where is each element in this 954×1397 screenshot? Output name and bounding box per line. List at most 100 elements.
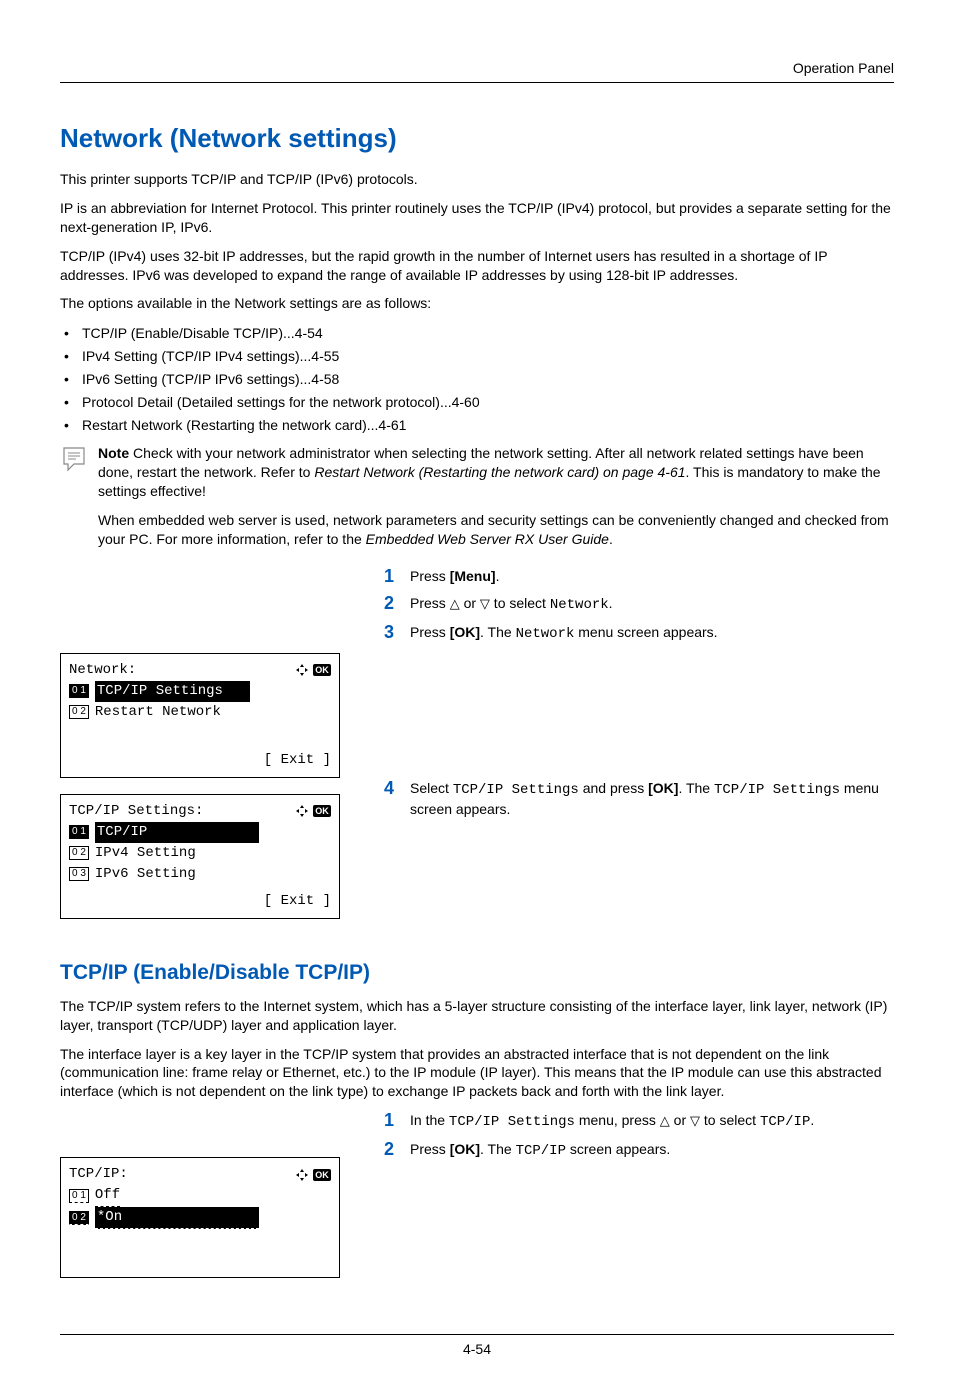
svg-text:OK: OK xyxy=(315,806,329,816)
menu-name-mono: TCP/IP Settings xyxy=(453,782,579,798)
nav-ok-icon: OK xyxy=(295,663,331,677)
step-text: . xyxy=(609,595,613,611)
note-p2-italic: Embedded Web Server RX User Guide xyxy=(366,531,609,547)
step: 4 Select TCP/IP Settings and press [OK].… xyxy=(384,779,894,819)
step-text: . xyxy=(496,568,500,584)
options-lead: The options available in the Network set… xyxy=(60,294,894,313)
steps-list-a: 1 Press [Menu]. 2 Press △ or ▽ to select… xyxy=(384,567,894,644)
step-number: 1 xyxy=(384,567,400,586)
nav-ok-icon: OK xyxy=(295,1168,331,1182)
tcpip-desc-2: The interface layer is a key layer in th… xyxy=(60,1045,894,1102)
step-text: to select xyxy=(700,1112,760,1128)
up-triangle-icon: △ xyxy=(660,1113,670,1128)
lcd-item-number: 0 1 xyxy=(69,825,89,839)
steps-list-a4: 4 Select TCP/IP Settings and press [OK].… xyxy=(384,779,894,819)
lcd-item-number: 0 2 xyxy=(69,846,89,860)
lcd-item: Off xyxy=(95,1185,120,1207)
menu-name-mono: TCP/IP xyxy=(516,1143,566,1159)
step-text: . The xyxy=(480,1141,516,1157)
option-item: Restart Network (Restarting the network … xyxy=(64,415,894,436)
step: 2 Press [OK]. The TCP/IP screen appears. xyxy=(384,1140,894,1161)
lcd-screen-tcpip: TCP/IP: OK 0 1 Off 0 2 *On xyxy=(60,1157,340,1278)
up-triangle-icon: △ xyxy=(450,596,460,611)
lcd-item: IPv6 Setting xyxy=(95,864,196,885)
page-number: 4-54 xyxy=(60,1334,894,1357)
step: 3 Press [OK]. The Network menu screen ap… xyxy=(384,623,894,644)
menu-name-mono: Network xyxy=(516,626,575,642)
note-label: Note xyxy=(98,445,129,461)
down-triangle-icon: ▽ xyxy=(690,1113,700,1128)
step: 1 In the TCP/IP Settings menu, press △ o… xyxy=(384,1111,894,1132)
step-text: Select xyxy=(410,780,453,796)
step-number: 2 xyxy=(384,594,400,615)
step-text: . xyxy=(810,1112,814,1128)
option-item: IPv4 Setting (TCP/IP IPv4 settings)...4-… xyxy=(64,346,894,367)
note-block: Note Check with your network administrat… xyxy=(60,444,894,558)
lcd-item-number: 0 2 xyxy=(69,1211,89,1225)
lcd-title: TCP/IP: xyxy=(69,1164,128,1185)
lcd-screen-tcpip-settings: TCP/IP Settings: OK 0 1 TCP/IP 0 2 IPv4 Se… xyxy=(60,794,340,919)
header-rule xyxy=(60,82,894,83)
svg-text:OK: OK xyxy=(315,665,329,675)
ok-key: [OK] xyxy=(648,780,678,796)
step-text: or xyxy=(670,1112,690,1128)
note-p2b: . xyxy=(609,531,613,547)
lcd-item: Restart Network xyxy=(95,702,221,723)
step-text: In the xyxy=(410,1112,449,1128)
step-text: or xyxy=(460,595,480,611)
lcd-item-number: 0 1 xyxy=(69,1189,89,1203)
step-text: and press xyxy=(579,780,648,796)
ip-paragraph: IP is an abbreviation for Internet Proto… xyxy=(60,199,894,237)
step-number: 2 xyxy=(384,1140,400,1161)
step-text: Press xyxy=(410,595,450,611)
steps-list-b: 1 In the TCP/IP Settings menu, press △ o… xyxy=(384,1111,894,1161)
menu-key: [Menu] xyxy=(450,568,496,584)
menu-name-mono: TCP/IP xyxy=(760,1114,810,1130)
options-list: TCP/IP (Enable/Disable TCP/IP)...4-54 IP… xyxy=(60,323,894,436)
lcd-item: IPv4 Setting xyxy=(95,843,196,864)
svg-text:OK: OK xyxy=(315,1170,329,1180)
step-text: . The xyxy=(678,780,714,796)
menu-name-mono: Network xyxy=(550,597,609,613)
step-text: menu screen appears. xyxy=(574,624,717,640)
step-text: screen appears. xyxy=(566,1141,670,1157)
tcpip-desc-1: The TCP/IP system refers to the Internet… xyxy=(60,997,894,1035)
menu-name-mono: TCP/IP Settings xyxy=(714,782,840,798)
lcd-item-number: 0 2 xyxy=(69,705,89,719)
note-icon xyxy=(60,444,88,558)
lcd-selected-item: TCP/IP Settings xyxy=(95,681,250,702)
ok-key: [OK] xyxy=(450,624,480,640)
lcd-exit: [ Exit ] xyxy=(69,891,331,912)
lcd-title: Network: xyxy=(69,660,136,681)
lcd-selected-item: *On xyxy=(95,1207,259,1229)
lcd-screen-network: Network: OK 0 1 TCP/IP Settings 0 2 Restar… xyxy=(60,653,340,778)
step-text: to select xyxy=(490,595,550,611)
section-title: TCP/IP (Enable/Disable TCP/IP) xyxy=(60,961,894,985)
note-text: Note Check with your network administrat… xyxy=(98,444,894,558)
step: 1 Press [Menu]. xyxy=(384,567,894,586)
step-number: 4 xyxy=(384,779,400,819)
page-title: Network (Network settings) xyxy=(60,123,894,154)
step-text: Press xyxy=(410,568,450,584)
option-item: Protocol Detail (Detailed settings for t… xyxy=(64,392,894,413)
step-number: 3 xyxy=(384,623,400,644)
intro-paragraph: This printer supports TCP/IP and TCP/IP … xyxy=(60,170,894,189)
ok-key: [OK] xyxy=(450,1141,480,1157)
option-item: IPv6 Setting (TCP/IP IPv6 settings)...4-… xyxy=(64,369,894,390)
step-text: . The xyxy=(480,624,516,640)
lcd-item-number: 0 1 xyxy=(69,684,89,698)
header-section: Operation Panel xyxy=(60,60,894,76)
step: 2 Press △ or ▽ to select Network. xyxy=(384,594,894,615)
menu-name-mono: TCP/IP Settings xyxy=(449,1114,575,1130)
nav-ok-icon: OK xyxy=(295,804,331,818)
lcd-item-number: 0 3 xyxy=(69,867,89,881)
step-text: Press xyxy=(410,624,450,640)
lcd-exit: [ Exit ] xyxy=(69,750,331,771)
note-p1-italic: Restart Network (Restarting the network … xyxy=(314,464,685,480)
down-triangle-icon: ▽ xyxy=(480,596,490,611)
lcd-title: TCP/IP Settings: xyxy=(69,801,203,822)
step-text: Press xyxy=(410,1141,450,1157)
lcd-selected-item: TCP/IP xyxy=(95,822,259,843)
step-text: menu, press xyxy=(575,1112,660,1128)
step-number: 1 xyxy=(384,1111,400,1132)
